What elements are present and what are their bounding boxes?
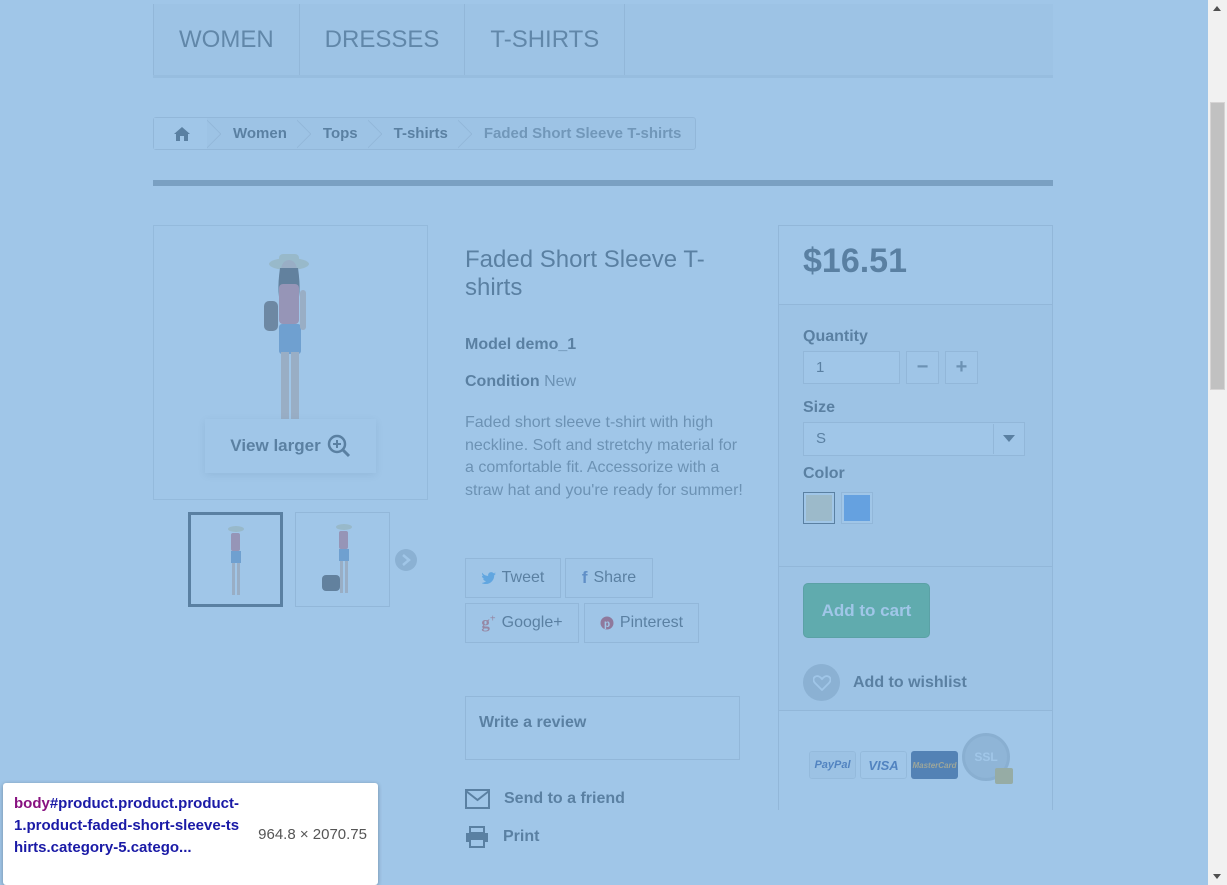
buy-box: $16.51 Quantity − + Size S Color — [778, 225, 1053, 810]
thumbnail-list — [188, 512, 390, 607]
home-icon — [173, 126, 190, 141]
pinterest-label: Pinterest — [619, 614, 684, 631]
scrollbar-thumb[interactable] — [1210, 102, 1225, 390]
breadcrumb-separator — [207, 118, 221, 149]
breadcrumb-current: Faded Short Sleeve T-shirts — [483, 125, 682, 142]
view-larger-label: View larger — [230, 436, 321, 455]
condition-label: Condition — [465, 373, 540, 390]
color-swatch-beige[interactable] — [803, 492, 835, 524]
element-dimensions: 964.8 × 2070.75 — [258, 826, 367, 843]
pinterest-button[interactable]: p Pinterest — [584, 603, 699, 643]
add-to-cart-area — [779, 566, 1052, 567]
quantity-row: − + — [803, 351, 1033, 384]
menu-item-dresses[interactable]: DRESSES — [300, 4, 466, 75]
breadcrumb-separator — [368, 118, 382, 149]
wishlist-label: Add to wishlist — [853, 673, 967, 691]
thumbnail-2[interactable] — [295, 512, 390, 607]
ssl-label: SSL — [974, 750, 998, 764]
svg-text:p: p — [604, 619, 610, 630]
condition-value: New — [544, 373, 577, 390]
quantity-plus-button[interactable]: + — [945, 351, 978, 384]
mastercard-logo: MasterCard — [911, 751, 958, 779]
visa-logo: VISA — [860, 751, 907, 779]
zoom-icon — [327, 434, 350, 458]
google-plus-button[interactable]: g+ Google+ — [465, 603, 579, 643]
product-description: Faded short sleeve t-shirt with high nec… — [465, 414, 743, 499]
color-label: Color — [803, 465, 845, 482]
share-button[interactable]: f Share — [565, 558, 653, 598]
size-select[interactable]: S — [803, 422, 1025, 456]
quantity-input[interactable] — [803, 351, 900, 384]
minus-icon: − — [916, 356, 929, 378]
size-label: Size — [803, 399, 836, 416]
product-page: WOMEN DRESSES T-SHIRTS Women Tops T-shir… — [0, 0, 1208, 885]
payment-logos-area: PayPal VISA MasterCard SSL — [779, 710, 1052, 810]
google-plus-label: Google+ — [501, 614, 563, 631]
chevron-right-icon — [402, 554, 411, 566]
element-tag: body — [14, 795, 50, 812]
thumbnail-photo — [228, 526, 244, 595]
size-value: S — [816, 430, 827, 447]
breadcrumb: Women Tops T-shirts Faded Short Sleeve T… — [153, 117, 697, 150]
devtools-inspect-tooltip: body#product.product.product-1.product-f… — [3, 783, 378, 885]
add-to-cart-button[interactable]: Add to cart — [803, 583, 930, 638]
breadcrumb-home[interactable] — [154, 118, 207, 149]
scroll-down-icon[interactable] — [1213, 874, 1221, 879]
tweet-label: Tweet — [501, 569, 545, 586]
google-plus-icon: g+ — [481, 613, 496, 632]
print-label: Print — [503, 828, 540, 845]
top-menu: WOMEN DRESSES T-SHIRTS — [153, 4, 1053, 78]
product-model: Model demo_1 — [465, 336, 576, 354]
tweet-button[interactable]: Tweet — [465, 558, 561, 598]
breadcrumb-item-tshirts[interactable]: T-shirts — [382, 118, 458, 149]
printer-icon — [466, 826, 488, 848]
vertical-scrollbar[interactable] — [1208, 0, 1227, 885]
print-link[interactable]: Print — [465, 826, 539, 848]
breadcrumb-item-tops[interactable]: Tops — [311, 118, 368, 149]
color-swatch-blue[interactable] — [841, 492, 873, 524]
element-selector: body#product.product.product-1.product-f… — [14, 793, 241, 875]
menu-item-tshirts[interactable]: T-SHIRTS — [465, 4, 626, 75]
scroll-up-icon[interactable] — [1213, 6, 1221, 11]
heart-icon — [803, 664, 840, 701]
product-condition: Condition New — [465, 373, 576, 391]
payment-logos: PayPal VISA MasterCard SSL — [809, 733, 1013, 784]
view-larger-button[interactable]: View larger — [205, 419, 376, 473]
thumbnail-1[interactable] — [188, 512, 283, 607]
model-value: demo_1 — [515, 336, 577, 353]
ssl-badge: SSL — [962, 733, 1013, 784]
quantity-label: Quantity — [803, 328, 868, 345]
menu-item-women[interactable]: WOMEN — [153, 4, 300, 75]
pinterest-icon: p — [600, 616, 614, 630]
lock-icon — [995, 768, 1013, 784]
thumbnail-next-button[interactable] — [395, 549, 417, 571]
price-area: $16.51 — [779, 226, 1052, 305]
product-options: Quantity − + Size S Color — [803, 328, 1033, 524]
model-label: Model — [465, 336, 512, 353]
share-label: Share — [593, 569, 637, 586]
breadcrumb-separator — [458, 118, 472, 149]
send-to-friend-link[interactable]: Send to a friend — [465, 789, 625, 809]
color-swatches — [803, 492, 1033, 524]
section-divider — [153, 180, 1053, 186]
add-to-wishlist-link[interactable]: Add to wishlist — [803, 664, 967, 701]
product-price: $16.51 — [803, 242, 907, 280]
paypal-logo: PayPal — [809, 751, 856, 779]
twitter-icon — [481, 572, 496, 584]
product-title: Faded Short Sleeve T-shirts — [465, 246, 705, 301]
plus-icon: + — [955, 356, 968, 378]
breadcrumb-item-women[interactable]: Women — [221, 118, 297, 149]
facebook-icon: f — [581, 568, 588, 587]
envelope-icon — [465, 789, 490, 809]
quantity-minus-button[interactable]: − — [906, 351, 939, 384]
chevron-down-icon — [993, 424, 1023, 454]
write-review-button[interactable]: Write a review — [465, 696, 740, 760]
thumbnail-photo — [322, 524, 352, 593]
send-to-friend-label: Send to a friend — [504, 790, 625, 807]
breadcrumb-separator — [297, 118, 311, 149]
product-image[interactable]: View larger — [153, 225, 428, 500]
